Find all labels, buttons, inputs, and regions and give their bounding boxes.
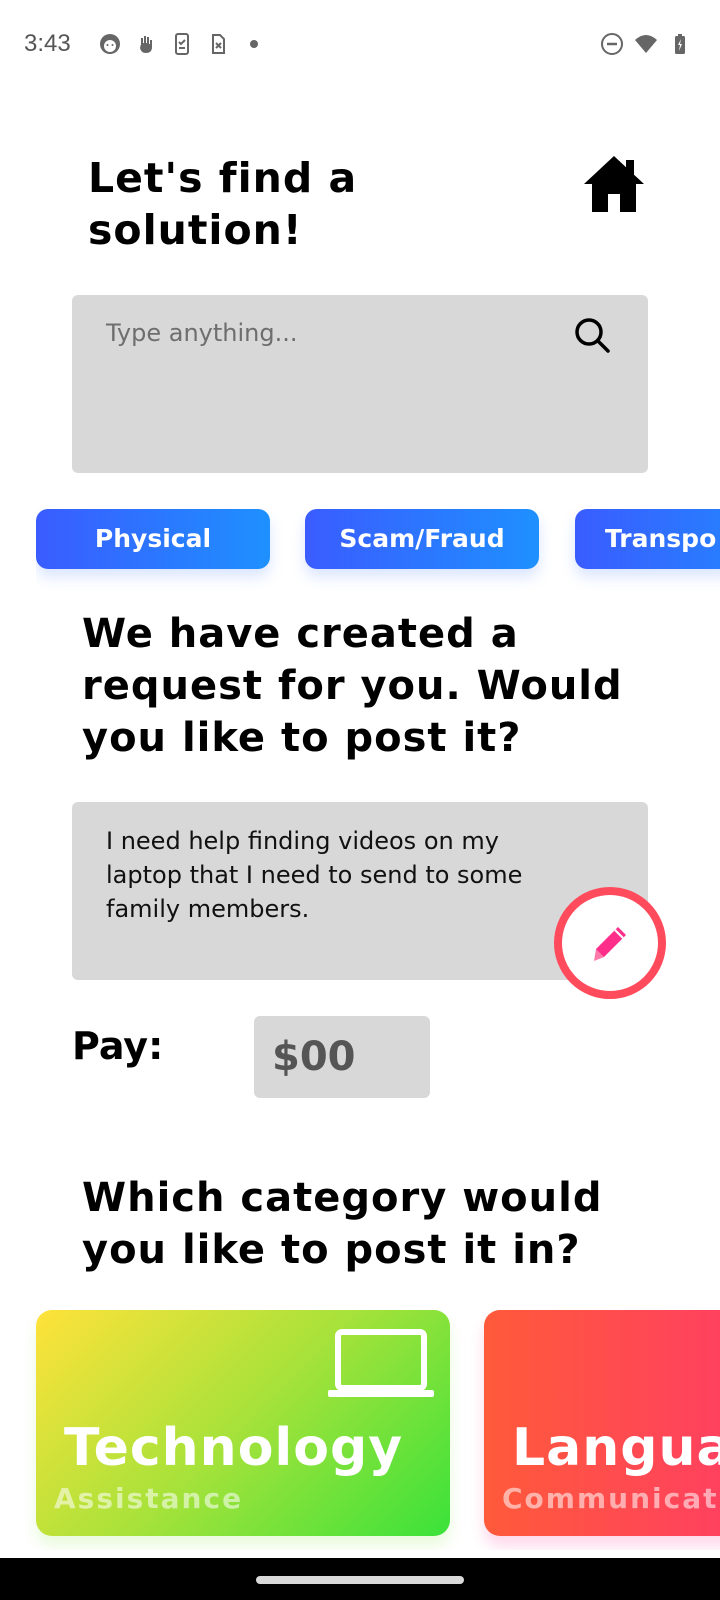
request-heading: We have created a request for you. Would…: [82, 611, 623, 761]
pay-label: Pay:: [72, 1024, 164, 1068]
category-subtitle: Communicatio: [502, 1482, 720, 1515]
navigation-bar: [0, 1558, 720, 1600]
pencil-icon: [594, 927, 626, 961]
home-gesture-handle[interactable]: [256, 1576, 464, 1584]
laptop-icon: [328, 1329, 434, 1397]
hand-icon: [140, 36, 152, 53]
category-card-language[interactable]: Languag Communicatio: [484, 1310, 720, 1536]
category-subtitle: Assistance: [54, 1482, 244, 1515]
search-placeholder: Type anything...: [106, 319, 298, 347]
request-text: I need help finding videos on my laptop …: [106, 827, 523, 923]
category-card-technology[interactable]: Technology Assistance: [36, 1310, 450, 1536]
sim-error-icon: [212, 34, 225, 54]
filter-chips: Physical Scam/Fraud Transpo: [36, 509, 720, 599]
chip-scam-fraud[interactable]: Scam/Fraud: [305, 509, 539, 569]
category-title: Languag: [512, 1418, 720, 1478]
category-title: Technology: [64, 1418, 404, 1478]
home-icon[interactable]: [580, 152, 648, 218]
status-time: 3:43: [24, 30, 71, 57]
wifi-icon: [635, 35, 657, 53]
do-not-disturb-icon: [601, 33, 623, 55]
chip-transport[interactable]: Transpo: [575, 509, 720, 569]
pay-amount-field[interactable]: $00: [254, 1016, 430, 1098]
dot-icon: [250, 40, 258, 48]
clipboard-phone-icon: [175, 33, 189, 55]
status-bar: 3:43: [0, 0, 720, 90]
face-icon: [100, 34, 120, 54]
search-icon[interactable]: [572, 315, 612, 355]
category-heading: Which category would you like to post it…: [82, 1175, 603, 1273]
page-title: Let's find a solution!: [88, 154, 358, 254]
search-input[interactable]: Type anything...: [72, 295, 648, 473]
category-carousel: Technology Assistance Languag Communicat…: [0, 1310, 720, 1550]
chip-physical[interactable]: Physical: [36, 509, 270, 569]
system-icons: [600, 32, 692, 56]
battery-icon: [675, 34, 685, 54]
notification-icons: [98, 32, 266, 56]
edit-button[interactable]: [554, 887, 666, 999]
